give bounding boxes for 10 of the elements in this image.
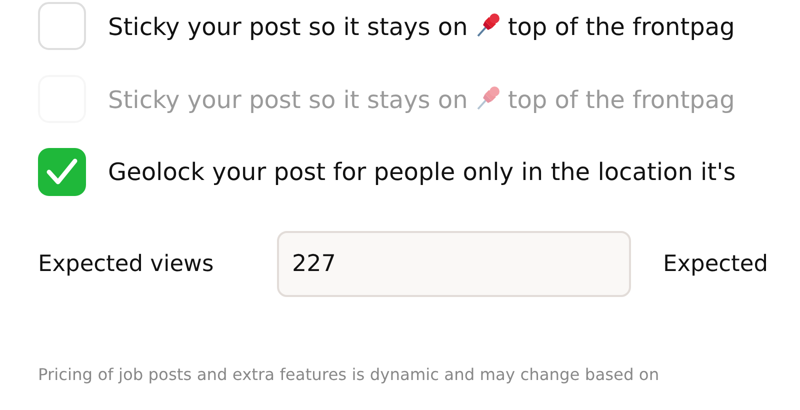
pricing-note: Pricing of job posts and extra features is dynamic and may change based on (38, 365, 660, 384)
views-field[interactable]: 227 (277, 231, 631, 297)
check-icon (45, 157, 79, 187)
field-label: Expected views (38, 251, 215, 277)
checkbox[interactable] (38, 2, 86, 50)
option-label: Geolock your post for people only in the location it's (108, 158, 736, 186)
option-label: Sticky your post so it stays on top of the frontpag (108, 11, 735, 41)
checkbox[interactable] (38, 148, 86, 196)
field-label: Expected (663, 251, 768, 277)
option-label: Sticky your post so it stays on top of the frontpag (108, 84, 735, 114)
